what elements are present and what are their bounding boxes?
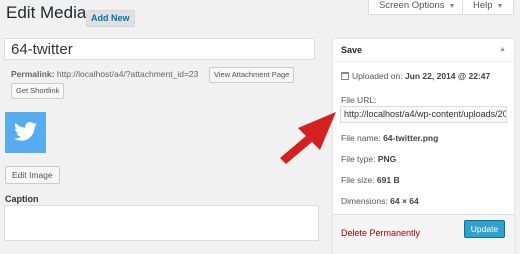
permalink-url[interactable]: http://localhost/a4/?attachment_id=23	[57, 69, 199, 79]
caption-textarea[interactable]	[4, 205, 319, 241]
file-url-field[interactable]: http://localhost/a4/wp-content/uploads/2…	[340, 106, 507, 123]
publishing-actions: Delete Permanently Update	[333, 214, 514, 254]
title-input[interactable]: 64-twitter	[4, 38, 315, 60]
chevron-down-icon: ▼	[448, 3, 456, 10]
delete-permanently-link[interactable]: Delete Permanently	[341, 228, 420, 238]
file-type-row: File type: PNG	[341, 154, 396, 164]
get-shortlink-button[interactable]: Get Shortlink	[11, 83, 65, 99]
calendar-icon	[341, 72, 349, 80]
media-thumbnail[interactable]	[5, 112, 46, 153]
update-button[interactable]: Update	[464, 220, 505, 238]
file-name-value: 64-twitter.png	[383, 133, 439, 143]
permalink-label: Permalink:	[11, 69, 55, 79]
chevron-down-icon: ▼	[496, 3, 504, 10]
caption-label: Caption	[5, 194, 39, 204]
edit-image-button[interactable]: Edit Image	[5, 166, 60, 184]
dimensions-row: Dimensions: 64 × 64	[341, 196, 419, 206]
page-title: Edit Media	[6, 3, 87, 22]
help-label: Help	[473, 0, 493, 11]
file-name-label: File name:	[341, 133, 381, 143]
save-metabox: Save ▲ Uploaded on: Jun 22, 2014 @ 22:47…	[332, 38, 515, 254]
file-name-row: File name: 64-twitter.png	[341, 133, 438, 143]
view-attachment-page-button[interactable]: View Attachment Page	[209, 67, 295, 83]
collapse-arrow-icon[interactable]: ▲	[499, 46, 506, 53]
uploaded-on-row: Uploaded on: Jun 22, 2014 @ 22:47	[341, 71, 490, 81]
red-arrow-icon	[280, 112, 336, 164]
screen-options-tab[interactable]: Screen Options ▼	[368, 0, 467, 15]
file-size-label: File size:	[341, 175, 375, 185]
file-size-row: File size: 691 B	[341, 175, 400, 185]
twitter-bird-icon	[14, 122, 37, 141]
dimensions-label: Dimensions:	[341, 196, 388, 206]
dimensions-value: 64 × 64	[390, 196, 419, 206]
save-metabox-header[interactable]: Save ▲	[333, 39, 514, 62]
help-tab[interactable]: Help ▼	[462, 0, 515, 15]
permalink: Permalink: http://localhost/a4/?attachme…	[11, 69, 198, 79]
uploaded-on-label: Uploaded on:	[352, 71, 403, 81]
screen-options-label: Screen Options	[379, 0, 445, 11]
file-type-value: PNG	[377, 154, 397, 164]
file-size-value: 691 B	[376, 175, 400, 185]
file-type-label: File type:	[341, 154, 376, 164]
uploaded-on-value: Jun 22, 2014 @ 22:47	[404, 71, 491, 81]
add-new-button[interactable]: Add New	[86, 10, 135, 27]
save-metabox-title: Save	[341, 45, 363, 55]
file-url-label: File URL:	[341, 95, 377, 105]
